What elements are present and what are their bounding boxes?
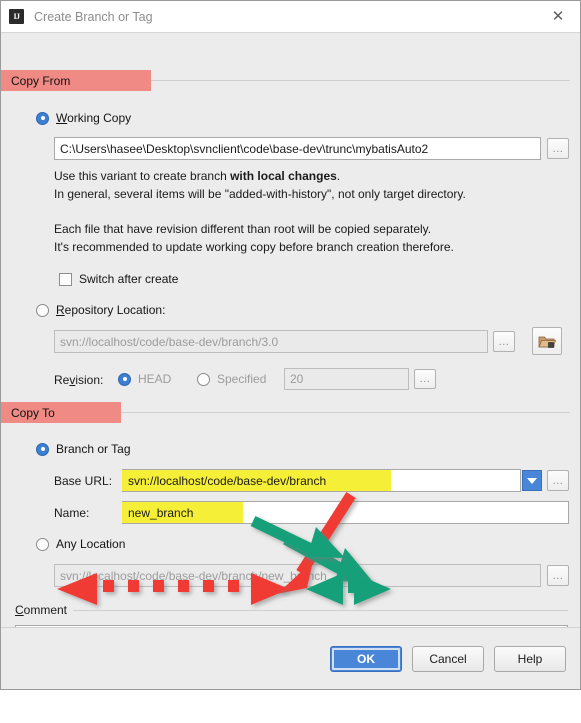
section-header-copy-to: Copy To [1, 402, 580, 423]
copy-from-highlight: Copy From [1, 70, 151, 91]
repository-browse-button[interactable]: ... [493, 331, 515, 352]
revision-specified-label: Specified [217, 372, 267, 386]
comment-label: Comment [15, 603, 68, 617]
copy-to-divider [121, 412, 570, 413]
cancel-button[interactable]: Cancel [412, 645, 484, 672]
comment-divider [73, 609, 568, 611]
copy-to-label: Copy To [11, 405, 55, 420]
comment-header: Comment [15, 603, 568, 617]
help-button[interactable]: Help [494, 645, 566, 672]
revision-label: Revision: [54, 373, 104, 387]
hint-line-3: Each file that have revision different t… [54, 222, 432, 236]
folder-icon-glyph [538, 336, 556, 348]
working-copy-radio-indicator [36, 111, 49, 125]
dialog-footer: OK Cancel Help [1, 627, 580, 689]
create-branch-or-tag-dialog: IJ Create Branch or Tag ✕ Copy From Work… [0, 0, 581, 690]
radio-branch-or-tag[interactable]: Branch or Tag [36, 442, 131, 456]
radio-any-location[interactable]: Any Location [36, 537, 125, 551]
working-copy-label: Working Copy [56, 111, 132, 125]
hint-line-4: It's recommended to update working copy … [54, 240, 454, 254]
any-location-label: Any Location [56, 537, 126, 551]
checkbox-switch-after-create[interactable]: Switch after create [59, 272, 178, 286]
base-url-dropdown-button[interactable] [522, 470, 542, 491]
revision-head-label: HEAD [138, 372, 172, 386]
copy-from-divider [151, 80, 570, 81]
base-url-value-text: svn://localhost/code/base-dev/branch [128, 474, 327, 488]
revision-specified-radio-indicator [197, 372, 210, 386]
any-location-radio-indicator [36, 537, 49, 551]
radio-repository-location[interactable]: Repository Location: [36, 303, 165, 317]
repository-location-radio-indicator [36, 303, 49, 317]
copy-from-label: Copy From [11, 73, 71, 88]
title-bar: IJ Create Branch or Tag ✕ [1, 1, 580, 33]
repository-location-label: Repository Location: [56, 303, 166, 317]
chevron-down-icon [527, 477, 537, 484]
radio-revision-head[interactable]: HEAD [118, 372, 171, 386]
switch-after-create-checkbox [59, 272, 72, 286]
hint-line-1: Use this variant to create branch with l… [54, 169, 341, 183]
section-header-copy-from: Copy From [1, 70, 580, 91]
branch-or-tag-label: Branch or Tag [56, 442, 131, 456]
radio-working-copy[interactable]: Working Copy [36, 111, 131, 125]
base-url-label: Base URL: [54, 474, 113, 488]
copy-to-highlight: Copy To [1, 402, 121, 423]
ok-button[interactable]: OK [330, 645, 402, 672]
window-title: Create Branch or Tag [34, 9, 153, 24]
any-location-url-input[interactable]: svn://localhost/code/base-dev/branch/new… [54, 564, 541, 587]
dialog-body: Copy From Working Copy C:\Users\hasee\De… [1, 33, 580, 689]
intellij-idea-icon: IJ [9, 9, 24, 24]
revision-head-radio-indicator [118, 372, 131, 386]
folder-repository-icon[interactable] [532, 327, 562, 355]
name-value-text: new_branch [128, 506, 194, 520]
revision-browse-button[interactable]: ... [414, 369, 436, 389]
any-location-browse-button[interactable]: ... [547, 565, 569, 586]
revision-number-input[interactable]: 20 [284, 368, 409, 390]
green-upper-arrowhead [250, 516, 345, 558]
radio-revision-specified[interactable]: Specified [197, 372, 266, 386]
name-label: Name: [54, 506, 90, 520]
working-copy-browse-button[interactable]: ... [547, 138, 569, 159]
working-copy-path-input[interactable]: C:\Users\hasee\Desktop\svnclient\code\ba… [54, 137, 541, 160]
hint-line-2: In general, several items will be "added… [54, 187, 466, 201]
close-icon[interactable]: ✕ [536, 1, 580, 31]
branch-or-tag-radio-indicator [36, 442, 49, 456]
repository-url-input[interactable]: svn://localhost/code/base-dev/branch/3.0 [54, 330, 488, 353]
switch-after-create-label: Switch after create [79, 272, 179, 286]
base-url-browse-button[interactable]: ... [547, 470, 569, 491]
